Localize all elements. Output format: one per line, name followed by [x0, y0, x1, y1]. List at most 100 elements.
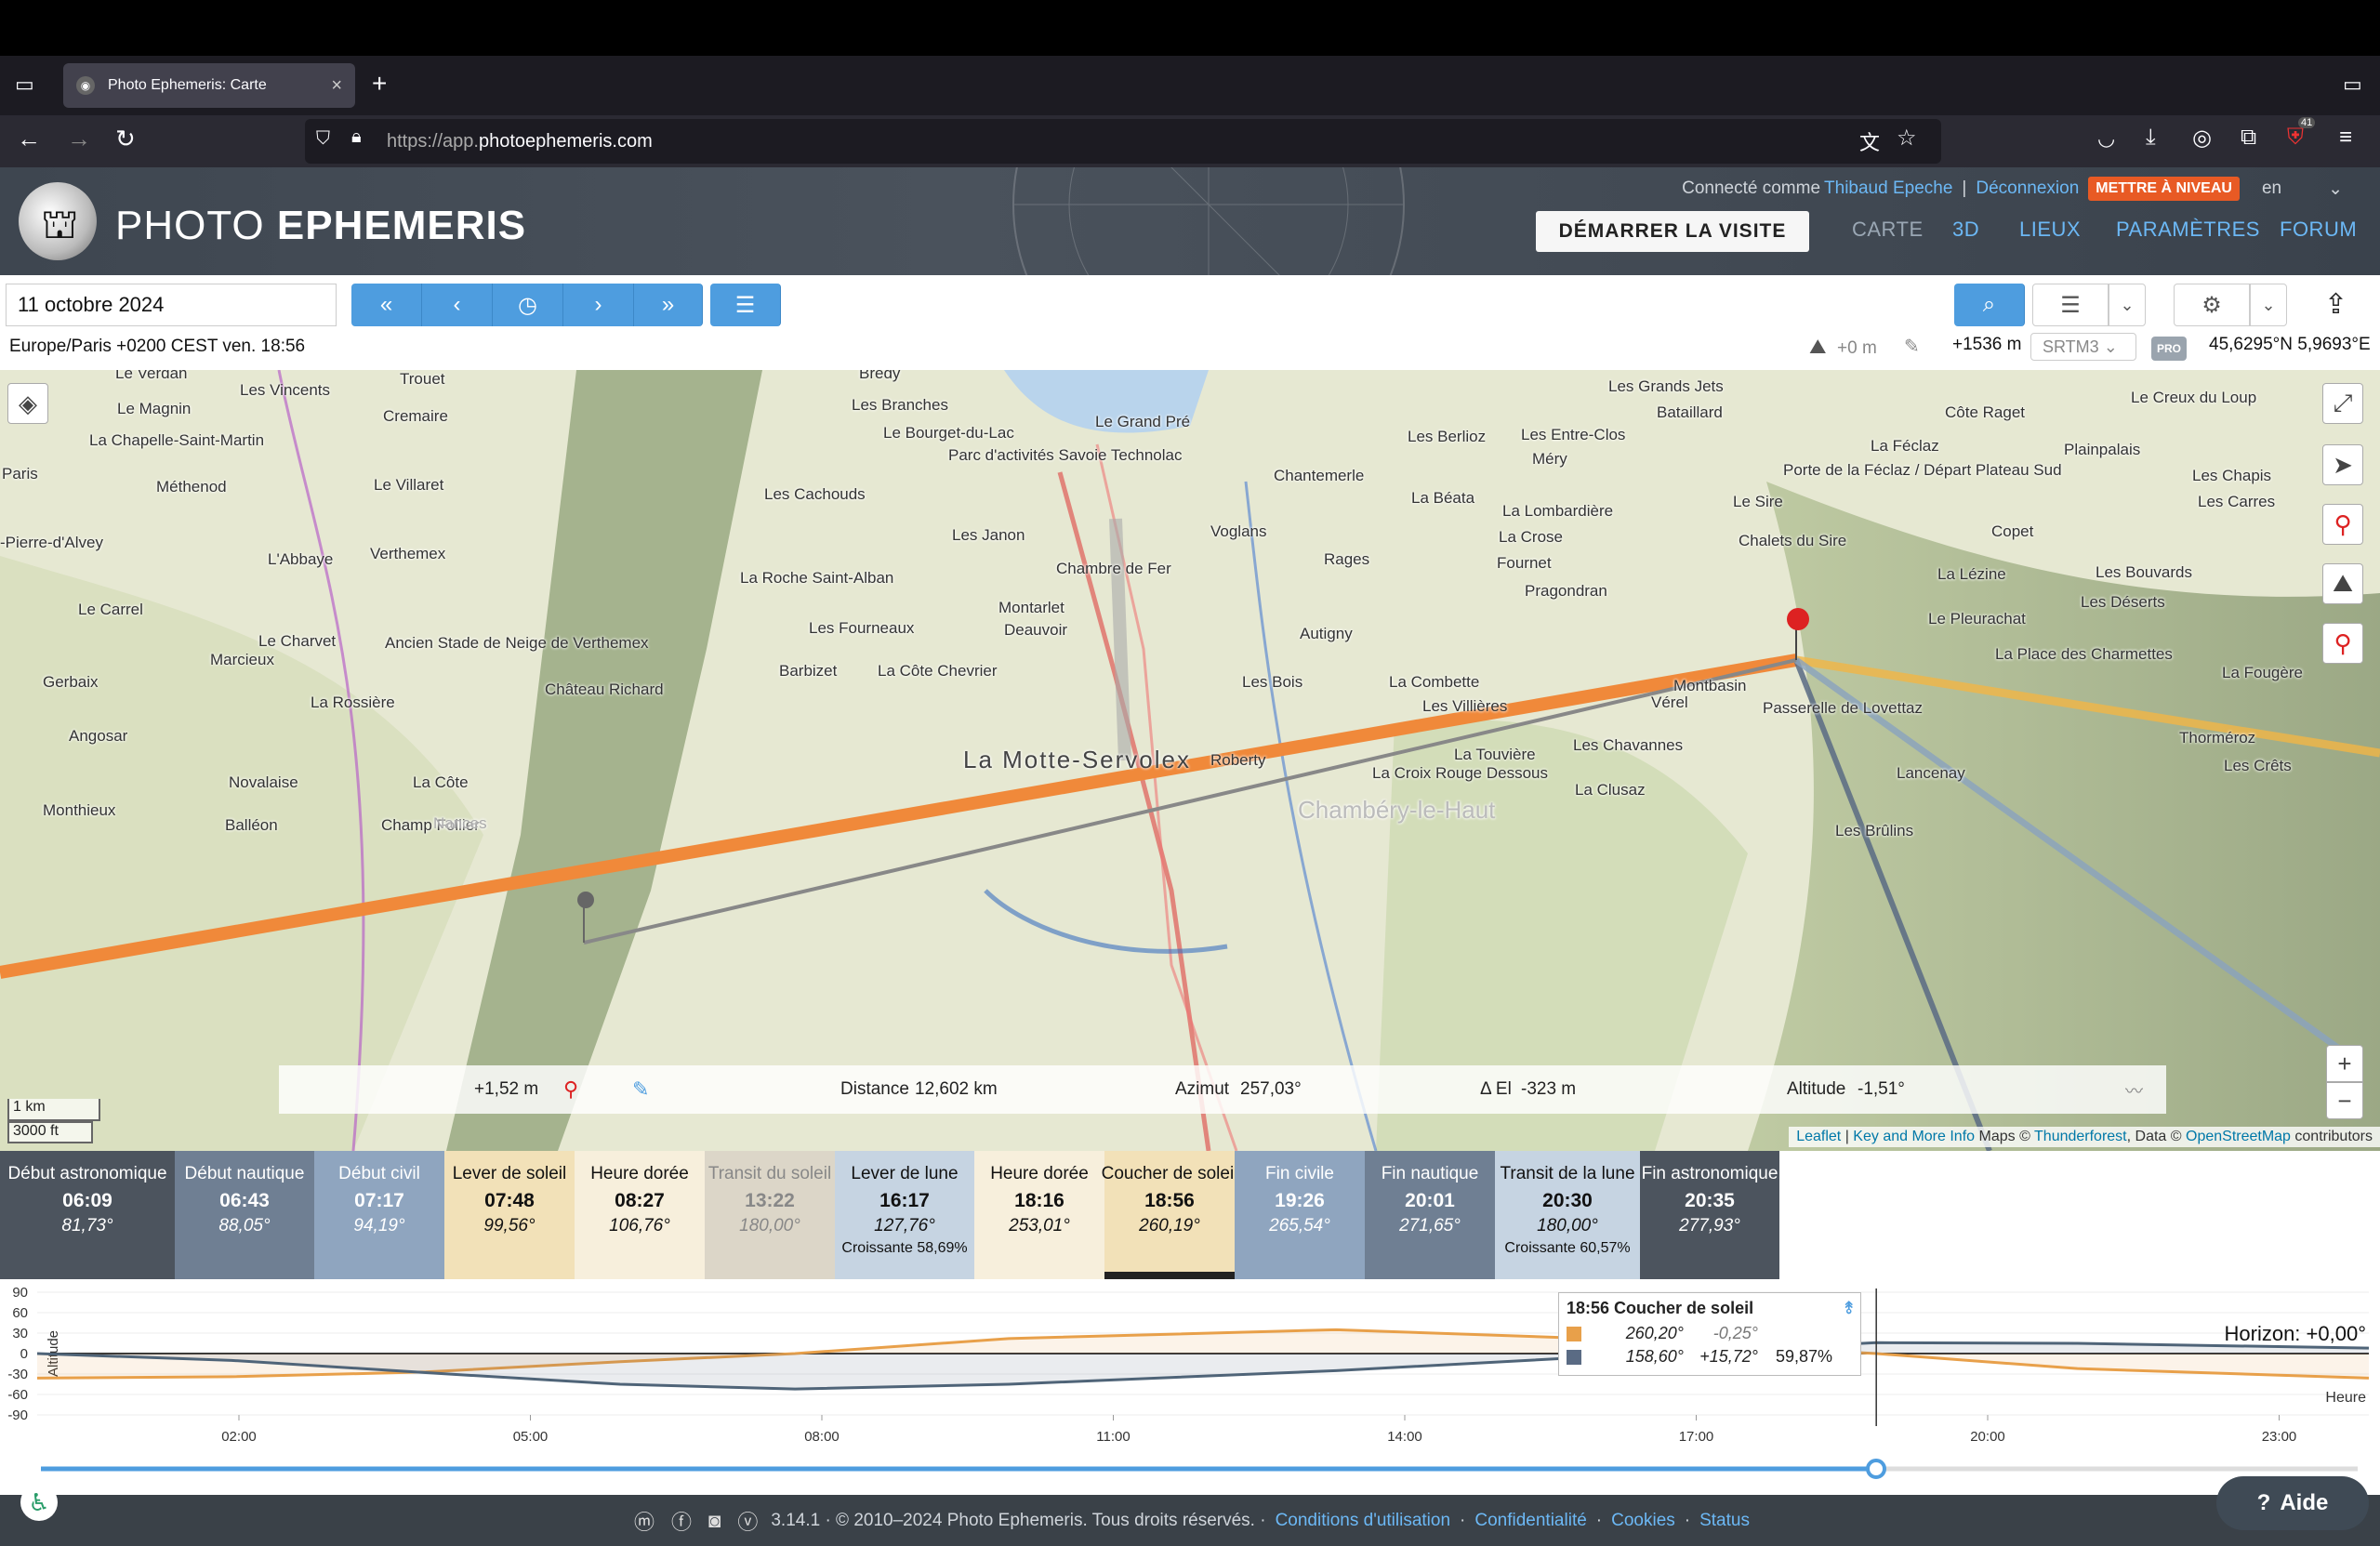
chevron-down-icon[interactable]: ⌄ [2328, 178, 2343, 200]
back-button[interactable]: ‹ [422, 284, 493, 326]
nav-forum[interactable]: FORUM [2280, 218, 2357, 242]
zoom-in-button[interactable]: + [2326, 1045, 2363, 1082]
fast-back-button[interactable]: « [351, 284, 422, 326]
facebook-icon[interactable]: ⓕ [671, 1506, 692, 1536]
download-icon[interactable]: ⤓ [2146, 125, 2156, 151]
height-offset[interactable]: +0 m [1837, 338, 1877, 359]
elevation-value: +1536 m [1952, 335, 2022, 354]
user-name-link[interactable]: Thibaud Epeche [1824, 178, 1952, 199]
event-7[interactable]: Heure dorée 18:16 253,01° [974, 1151, 1104, 1279]
window-icon[interactable]: ▭ [2343, 73, 2362, 97]
date-input[interactable] [6, 284, 337, 326]
leaflet-link[interactable]: Leaflet [1796, 1129, 1841, 1144]
layers-list-button[interactable]: ☰ [2032, 284, 2109, 326]
mountain-pin-icon[interactable]: ⛰ [2322, 563, 2363, 604]
fast-forward-button[interactable]: » [634, 284, 703, 326]
fullscreen-icon[interactable]: ⤢ [2322, 383, 2363, 424]
nav-3d[interactable]: 3D [1952, 218, 1979, 242]
osm-link[interactable]: OpenStreetMap [2186, 1129, 2291, 1144]
red-pin-icon[interactable]: ⚲ [2322, 504, 2363, 545]
thunderforest-link[interactable]: Thunderforest [2034, 1129, 2127, 1144]
event-5[interactable]: Transit du soleil 13:22 180,00° [705, 1151, 835, 1279]
event-4[interactable]: Heure dorée 08:27 106,76° [575, 1151, 705, 1279]
event-name: Début astronomique [7, 1164, 167, 1183]
user-line: Connecté comme Thibaud Epeche | Déconnex… [1664, 175, 2343, 203]
edit-pencil-icon[interactable]: ✎ [1904, 335, 1920, 358]
altitude-chart[interactable]: 9060300-30-60-90Altitude02:00 05:00 08:00 1… [0, 1279, 2380, 1456]
browser-tab[interactable]: ◉ Photo Ephemeris: Carte × [63, 63, 355, 108]
nav-parametres[interactable]: PARAMÈTRES [2116, 218, 2260, 242]
map-label: Méthenod [156, 478, 227, 496]
event-2[interactable]: Début civil 07:17 94,19° [314, 1151, 444, 1279]
instagram-icon[interactable]: ◙ [708, 1509, 721, 1533]
status-link[interactable]: Status [1699, 1511, 1750, 1531]
pins-icon[interactable]: ⚲ [563, 1077, 578, 1102]
tab-overview-icon[interactable]: ▭ [15, 73, 34, 97]
event-name: Début civil [338, 1164, 420, 1183]
forward-icon[interactable]: → [67, 125, 91, 153]
time-slider[interactable] [37, 1458, 2361, 1480]
event-6[interactable]: Lever de lune 16:17 127,76° Croissante 58,6… [835, 1151, 974, 1279]
share-icon[interactable]: ⇪ [2324, 288, 2347, 321]
new-tab-icon[interactable]: + [372, 69, 387, 99]
event-10[interactable]: Fin nautique 20:01 271,65° [1365, 1151, 1495, 1279]
brand-title[interactable]: PHOTO EPHEMERIS [115, 203, 526, 249]
accessibility-icon[interactable]: ♿︎ [20, 1484, 58, 1521]
start-tour-button[interactable]: DÉMARRER LA VISITE [1536, 211, 1809, 252]
url-bar[interactable]: https://app. photoephemeris.com [305, 119, 1941, 164]
event-12[interactable]: Fin astronomique 20:35 277,93° [1640, 1151, 1779, 1279]
vimeo-icon[interactable]: ⓥ [737, 1506, 758, 1536]
zoom-out-button[interactable]: − [2326, 1082, 2363, 1119]
lock-icon[interactable]: 🔒︎ [351, 126, 362, 148]
close-tab-icon[interactable]: × [331, 75, 342, 97]
pin-icon[interactable]: ⥉ [1845, 1299, 1853, 1318]
event-name: Début nautique [184, 1164, 305, 1183]
key-link[interactable]: Key and More Info [1853, 1129, 1975, 1144]
terms-link[interactable]: Conditions d'utilisation [1276, 1511, 1450, 1531]
layers-icon[interactable]: ◈ [7, 383, 48, 424]
pocket-icon[interactable]: ◡ [2097, 126, 2115, 151]
reload-icon[interactable]: ↻ [115, 125, 136, 153]
event-3[interactable]: Lever de soleil 07:48 99,56° [444, 1151, 575, 1279]
event-11[interactable]: Transit de la lune 20:30 180,00° Croissante… [1495, 1151, 1640, 1279]
nav-carte[interactable]: CARTE [1852, 218, 1924, 242]
profile-icon[interactable]: 〰 [2125, 1077, 2143, 1103]
cookies-link[interactable]: Cookies [1611, 1511, 1675, 1531]
map[interactable]: Le Verdan Les Vincents Trouet Bredy Les Bran… [0, 370, 2380, 1151]
dem-select[interactable]: SRTM3 ⌄ [2030, 333, 2136, 361]
two-pins-icon[interactable]: ⚲ [2322, 623, 2363, 664]
event-1[interactable]: Début nautique 06:43 88,05° [175, 1151, 314, 1279]
extensions-icon[interactable]: ⧉ [2241, 125, 2256, 151]
locate-arrow-icon[interactable]: ➤ [2322, 444, 2363, 485]
y-tick: 30 [12, 1326, 28, 1341]
mastodon-icon[interactable]: ⓜ [634, 1506, 654, 1536]
event-9[interactable]: Fin civile 19:26 265,54° [1235, 1151, 1365, 1279]
back-icon[interactable]: ← [17, 125, 41, 153]
help-button[interactable]: ? Aide [2216, 1476, 2369, 1530]
settings-gear-button[interactable]: ⚙ [2174, 284, 2250, 326]
logout-link[interactable]: Déconnexion [1976, 178, 2079, 199]
chevron-down-icon[interactable]: ⌄ [2109, 284, 2146, 326]
list-button[interactable]: ☰ [710, 284, 781, 326]
account-icon[interactable]: ◎ [2192, 125, 2212, 152]
translate-icon[interactable]: 文 [1859, 126, 1880, 156]
map-label: La Fougère [2222, 664, 2303, 681]
chevron-down-icon[interactable]: ⌄ [2250, 284, 2287, 326]
upgrade-button[interactable]: METTRE À NIVEAU [2088, 177, 2240, 201]
edit-pencil-icon[interactable]: ✎ [632, 1077, 649, 1102]
event-azimuth: 106,76° [609, 1216, 670, 1235]
ublock-icon[interactable]: ⛨ [2287, 125, 2304, 151]
bookmark-star-icon[interactable]: ☆ [1897, 125, 1917, 152]
language-select[interactable]: en [2262, 178, 2281, 199]
now-clock-button[interactable]: ◷ [493, 284, 563, 326]
shield-icon[interactable]: ⛉ [316, 128, 330, 150]
nav-lieux[interactable]: LIEUX [2019, 218, 2081, 242]
tooltip-moon-phase: 59,87% [1775, 1347, 1832, 1366]
event-0[interactable]: Début astronomique 06:09 81,73° [0, 1151, 175, 1279]
privacy-link[interactable]: Confidentialité [1474, 1511, 1586, 1531]
search-button[interactable]: ⌕ [1954, 284, 2025, 326]
menu-icon[interactable]: ≡ [2339, 125, 2352, 151]
event-8[interactable]: Coucher de soleil 18:56 260,19° [1102, 1151, 1237, 1279]
forward-button[interactable]: › [563, 284, 634, 326]
slider-handle[interactable] [1866, 1459, 1886, 1479]
